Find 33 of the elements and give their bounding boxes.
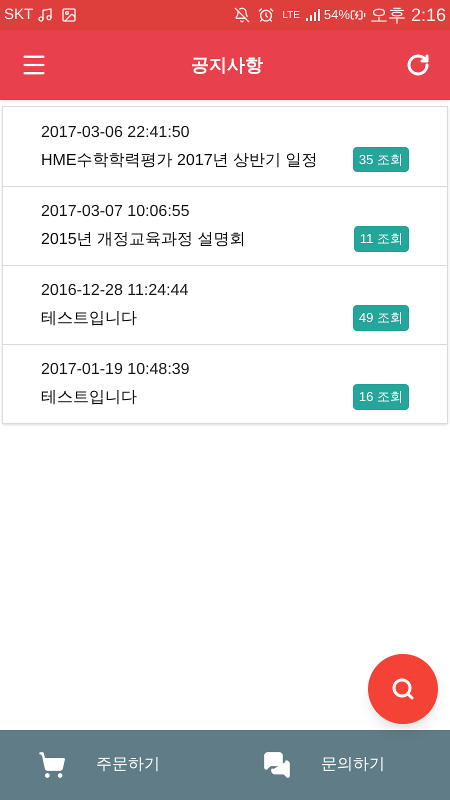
view-count-badge: 35 조회 bbox=[352, 146, 409, 172]
app-bar-title: 공지사항 bbox=[191, 54, 263, 76]
search-icon bbox=[391, 677, 415, 701]
network-text: LTE bbox=[282, 8, 300, 22]
view-count-badge: 49 조회 bbox=[352, 305, 409, 331]
notice-date: 2017-03-06 22:41:50 bbox=[41, 122, 191, 142]
alarm-icon bbox=[258, 7, 274, 23]
notice-date: 2017-01-19 10:48:39 bbox=[41, 360, 191, 380]
bottom-nav-item[interactable]: 주문하기 bbox=[0, 730, 225, 800]
mute-icon bbox=[234, 7, 250, 23]
music-icon bbox=[37, 7, 54, 23]
notice-title: HME수학학력평가 2017년 상반기 일정 bbox=[41, 150, 318, 170]
notice-date: 2016-12-28 11:24:44 bbox=[41, 281, 190, 301]
view-count-badge: 16 조회 bbox=[352, 384, 409, 410]
chat-icon bbox=[263, 751, 291, 779]
refresh-button[interactable] bbox=[406, 53, 430, 77]
notice-item[interactable]: 2017-01-19 10:48:39 테스트입니다 16 조회 bbox=[3, 344, 447, 423]
notice-item[interactable]: 2016-12-28 11:24:44 테스트입니다 49 조회 bbox=[3, 265, 447, 344]
notice-item[interactable]: 2017-03-06 22:41:50 HME수학학력평가 2017년 상반기 일정 35 조회 bbox=[3, 107, 447, 186]
image-icon bbox=[61, 7, 78, 23]
notice-title: 테스트입니다 bbox=[41, 388, 138, 408]
battery-text: 54% bbox=[324, 6, 350, 24]
clock-text: 오후 2:16 bbox=[370, 4, 446, 26]
carrier-text: SKT bbox=[4, 4, 34, 25]
notice-item[interactable]: 2017-03-07 10:06:55 2015년 개정교육과정 설명회 11 조회 bbox=[3, 186, 447, 265]
signal-icon bbox=[304, 7, 320, 23]
notice-title: 2015년 개정교육과정 설명회 bbox=[41, 230, 246, 250]
notice-title: 테스트입니다 bbox=[41, 309, 138, 329]
cart-icon bbox=[38, 751, 66, 779]
notice-date: 2017-03-07 10:06:55 bbox=[41, 202, 191, 222]
view-count-badge: 11 조회 bbox=[354, 226, 409, 252]
refresh-icon bbox=[406, 53, 430, 77]
bottom-nav-item[interactable]: 문의하기 bbox=[225, 730, 450, 800]
